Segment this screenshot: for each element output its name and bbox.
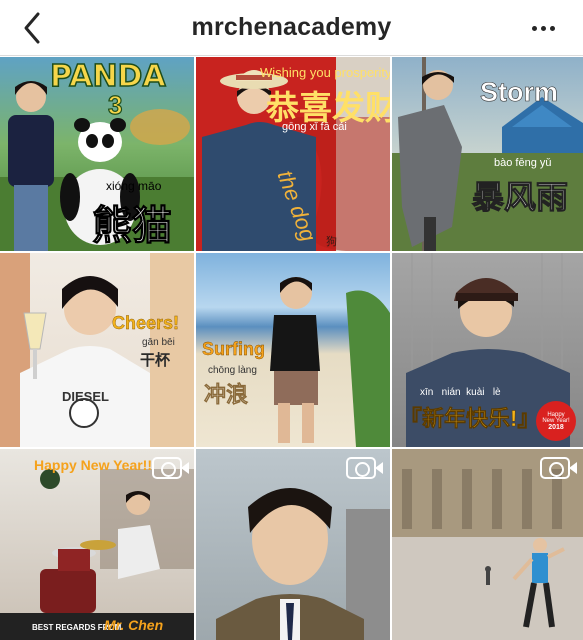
ellipsis-dot: [549, 25, 555, 31]
video-icon: [152, 457, 189, 479]
prosperity-pinyin: gōng xǐ fā cái: [282, 121, 347, 133]
more-options-button[interactable]: [525, 12, 561, 44]
cheers-english: Cheers!: [112, 313, 180, 333]
panda-hanzi: 熊猫: [92, 203, 173, 250]
surfing-pinyin: chōng làng: [208, 365, 257, 376]
new-year-hanzi: 『新年快乐!』: [400, 406, 540, 432]
post-tile-plaza[interactable]: [392, 449, 583, 640]
storm-pinyin: bào fēng yǔ: [494, 157, 552, 169]
surfing-hanzi: 冲浪: [204, 382, 249, 408]
badge-line-3: 2018: [548, 423, 564, 431]
post-tile-prosperity[interactable]: Wishing you prosperity 恭喜发财 gōng xǐ fā c…: [196, 57, 390, 251]
cheers-shirt-text: DIESEL: [62, 389, 109, 404]
ellipsis-icon: [531, 25, 537, 31]
post-tile-storm[interactable]: Storm bào fēng yǔ 暴风雨: [392, 57, 583, 251]
panda-title: PANDA: [49, 58, 166, 95]
panda-title-number: 3: [107, 89, 123, 120]
drums-heading: Happy New Year!!: [34, 457, 153, 473]
video-icon: [346, 457, 383, 479]
profile-username: mrchenacademy: [191, 13, 392, 41]
cheers-hanzi: 干杯: [140, 352, 171, 369]
post-tile-panda[interactable]: PANDA 3 xióng māo 熊猫: [0, 57, 194, 251]
video-icon: [540, 457, 577, 479]
post-tile-selfie[interactable]: [196, 449, 390, 640]
post-tile-surfing[interactable]: Surfing chōng làng 冲浪: [196, 253, 390, 447]
post-grid: PANDA 3 xióng māo 熊猫 Wishing you prosper…: [0, 57, 583, 640]
chevron-left-icon: [24, 12, 40, 44]
cheers-pinyin: gān bēi: [142, 337, 175, 348]
post-tile-drums[interactable]: Happy New Year!! BEST REGARDS FROM Mr. C…: [0, 449, 194, 640]
post-tile-new-year[interactable]: xīn nián kuài lè 『新年快乐!』 Happy New Year!…: [392, 253, 583, 447]
surfing-english: Surfing: [202, 339, 265, 359]
back-button[interactable]: [14, 10, 50, 46]
ellipsis-dot: [540, 25, 546, 31]
new-year-badge: Happy New Year! 2018: [536, 401, 576, 441]
storm-hanzi: 暴风雨: [471, 178, 569, 217]
panda-pinyin: xióng māo: [106, 179, 162, 193]
profile-header: mrchenacademy: [0, 0, 583, 56]
new-year-pinyin: xīn nián kuài lè: [420, 387, 501, 398]
prosperity-seal: 狗: [326, 236, 337, 248]
storm-english: Storm: [480, 77, 559, 108]
prosperity-english: Wishing you prosperity: [260, 65, 390, 80]
post-tile-cheers[interactable]: Cheers! gān bēi 干杯 DIESEL: [0, 253, 194, 447]
drums-footer-name: Mr. Chen: [104, 617, 164, 633]
